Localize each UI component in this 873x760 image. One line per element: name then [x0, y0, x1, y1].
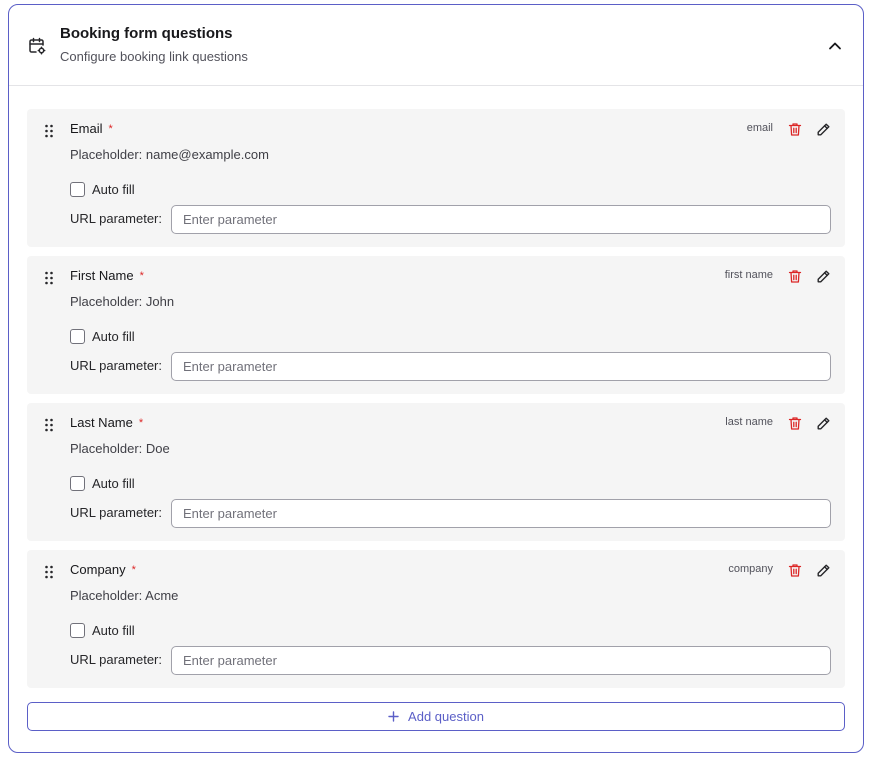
question-placeholder: Placeholder: name@example.com	[70, 147, 269, 162]
question-key: company	[728, 563, 773, 575]
add-question-label: Add question	[408, 709, 484, 724]
question-card: Company * company Placeholder: Acme Auto …	[27, 550, 845, 688]
trash-icon[interactable]	[788, 563, 802, 578]
question-label-text: First Name	[70, 268, 134, 283]
question-list: Email * email Placeholder: name@example.c…	[27, 109, 845, 697]
question-label: First Name *	[70, 268, 144, 283]
required-mark: *	[108, 123, 113, 135]
required-mark: *	[131, 564, 136, 576]
trash-icon[interactable]	[788, 269, 802, 284]
required-mark: *	[138, 417, 144, 429]
question-label: Email *	[70, 121, 113, 136]
pencil-icon[interactable]	[816, 122, 831, 137]
autofill-checkbox[interactable]	[70, 475, 85, 491]
autofill-checkbox[interactable]	[70, 622, 85, 638]
trash-icon[interactable]	[788, 416, 802, 431]
panel-title: Booking form questions	[60, 25, 233, 42]
panel-subtitle: Configure booking link questions	[60, 49, 248, 64]
drag-handle-icon[interactable]	[42, 270, 56, 286]
url-parameter-input[interactable]	[171, 205, 831, 234]
autofill-row: Auto fill	[70, 327, 135, 345]
question-card: Email * email Placeholder: name@example.c…	[27, 109, 845, 247]
drag-handle-icon[interactable]	[42, 417, 56, 433]
autofill-row: Auto fill	[70, 621, 135, 639]
drag-handle-icon[interactable]	[42, 123, 56, 139]
question-label: Company *	[70, 562, 136, 577]
chevron-up-icon[interactable]	[824, 36, 846, 56]
question-placeholder: Placeholder: Acme	[70, 588, 179, 603]
url-parameter-label: URL parameter:	[70, 652, 162, 667]
question-key: first name	[724, 269, 773, 281]
question-key: email	[746, 122, 773, 134]
url-parameter-label: URL parameter:	[70, 505, 162, 520]
autofill-label: Auto fill	[92, 328, 135, 344]
question-label-text: Email	[70, 121, 103, 136]
autofill-checkbox[interactable]	[70, 181, 85, 197]
autofill-row: Auto fill	[70, 474, 135, 492]
url-parameter-label: URL parameter:	[70, 358, 162, 373]
trash-icon[interactable]	[788, 122, 802, 137]
autofill-row: Auto fill	[70, 180, 135, 198]
url-parameter-label: URL parameter:	[70, 211, 162, 226]
question-label-text: Company	[70, 562, 126, 577]
question-card: Last Name * last name Placeholder: Doe Au…	[27, 403, 845, 541]
question-card: First Name * first name Placeholder: John…	[27, 256, 845, 394]
url-parameter-input[interactable]	[171, 499, 831, 528]
plus-icon	[388, 711, 399, 722]
autofill-label: Auto fill	[92, 475, 135, 491]
autofill-label: Auto fill	[92, 622, 135, 638]
add-question-button[interactable]: Add question	[27, 702, 845, 731]
url-parameter-input[interactable]	[171, 646, 831, 675]
calendar-settings-icon	[29, 37, 46, 55]
drag-handle-icon[interactable]	[42, 564, 56, 580]
required-mark: *	[139, 270, 144, 282]
pencil-icon[interactable]	[816, 269, 831, 284]
url-parameter-input[interactable]	[171, 352, 831, 381]
booking-form-questions-panel: Booking form questions Configure booking…	[8, 4, 864, 753]
question-key: last name	[725, 416, 773, 428]
question-label-text: Last Name	[70, 415, 133, 430]
question-placeholder: Placeholder: John	[70, 294, 175, 309]
pencil-icon[interactable]	[816, 563, 831, 578]
pencil-icon[interactable]	[816, 416, 831, 431]
question-placeholder: Placeholder: Doe	[70, 441, 170, 456]
question-label: Last Name *	[70, 415, 143, 430]
autofill-checkbox[interactable]	[70, 328, 85, 344]
autofill-label: Auto fill	[92, 181, 135, 197]
panel-header[interactable]: Booking form questions Configure booking…	[9, 5, 863, 86]
